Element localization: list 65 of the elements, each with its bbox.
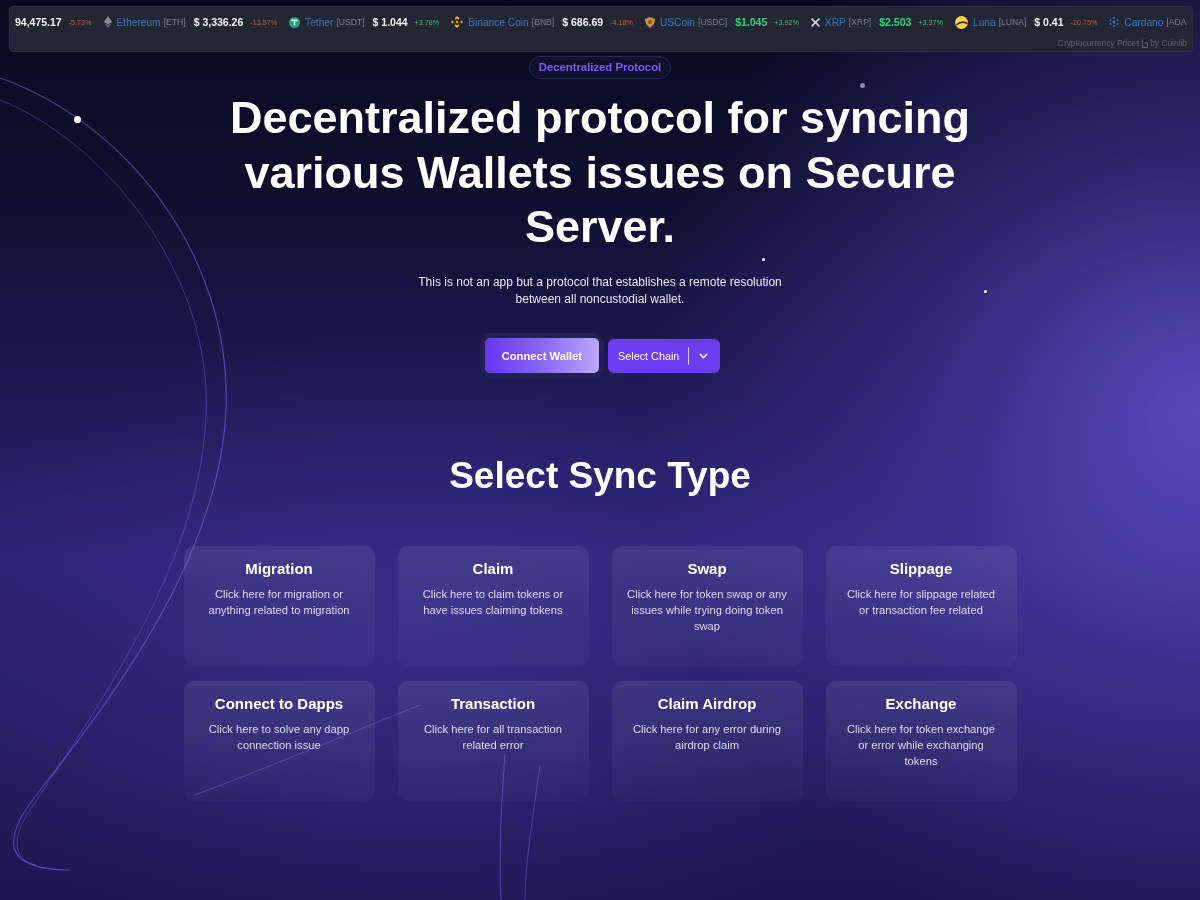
diamond-icon: [103, 16, 112, 28]
t-coin-icon: [289, 16, 301, 28]
coin-price: $ 686.69: [562, 16, 604, 28]
hero-subtitle: This is not an app but a protocol that establishes a remote resolution between all noncustodial wallet.: [417, 274, 783, 307]
card-description: Click here for token swap or any issues while trying doing token swap: [626, 587, 788, 634]
attribution-text: Cryptocurrency Prices: [1057, 38, 1141, 48]
coin-price: $ 0.41: [1034, 16, 1064, 28]
card-title: Claim: [472, 559, 514, 579]
protocol-badge: Decentralized Protocol: [528, 56, 672, 79]
coin-symbol: [ETH]: [163, 17, 186, 27]
card-description: Click here for token exchange or error while exchanging tokens: [846, 722, 996, 769]
logo-mark-icon: [1142, 38, 1149, 48]
card-title: Claim Airdrop: [657, 694, 757, 714]
card-description: Click here for any error during airdrop claim: [632, 722, 782, 753]
coin-price: $1.045: [735, 16, 768, 28]
sync-type-card[interactable]: Connect to Dapps Click here to solve any dapp connection issue: [183, 681, 375, 801]
sync-type-card[interactable]: Transaction Click here for all transaction related error: [397, 681, 589, 801]
crescent-ball-icon: [954, 15, 968, 29]
card-description: Click here for all transaction related error: [422, 722, 563, 753]
coin-price: $2.503: [879, 16, 912, 28]
coin-symbol: [ADA: [1166, 17, 1187, 27]
chevron-down-icon: [699, 352, 709, 359]
card-title: Connect to Dapps: [214, 694, 344, 714]
coin-price: $ 3,336.26: [193, 16, 244, 28]
coin-symbol: [BNB]: [531, 17, 555, 27]
sync-type-card[interactable]: Claim Airdrop Click here for any error during airdrop claim: [611, 681, 803, 801]
sync-type-card[interactable]: Migration Click here for migration or anything related to migration: [183, 546, 375, 666]
card-description: Click here to solve any dapp connection issue: [207, 722, 351, 753]
card-title: Exchange: [885, 694, 957, 714]
coin-name[interactable]: Binance Coin: [468, 16, 529, 28]
star-dot-icon: [860, 83, 865, 88]
cross-icon: [810, 17, 820, 27]
coin-name[interactable]: XRP: [824, 16, 846, 28]
coin-name[interactable]: Tether: [305, 16, 334, 28]
dot-ring-icon: [1109, 17, 1120, 27]
select-chain-button[interactable]: Select Chain: [608, 338, 721, 373]
diamond-pattern-icon: [451, 16, 464, 28]
star-dot-icon: [74, 116, 81, 123]
card-title: Migration: [245, 559, 313, 579]
card-description: Click here to claim tokens or have issues claiming tokens: [421, 587, 565, 618]
shield-icon: [644, 16, 655, 28]
coin-price: $ 1.044: [372, 16, 408, 28]
coin-name[interactable]: Luna: [972, 16, 996, 28]
coin-symbol: [LUNA]: [998, 17, 1027, 27]
sync-type-card[interactable]: Claim Click here to claim tokens or have issues claiming tokens: [397, 546, 589, 666]
hero-heading: Decentralized protocol for syncing various Wallets issues on Secure Server.: [228, 91, 972, 254]
sync-type-card[interactable]: Slippage Click here for slippage related or transaction fee related: [825, 546, 1017, 666]
coin-symbol: [USDC]: [698, 17, 728, 27]
sync-type-card[interactable]: Exchange Click here for token exchange or error while exchanging tokens: [825, 681, 1017, 801]
card-title: Transaction: [450, 694, 536, 714]
coin-name[interactable]: Ethereum: [116, 16, 161, 28]
coin-name[interactable]: USCoin: [659, 16, 695, 28]
coin-name[interactable]: Cardano: [1124, 16, 1164, 28]
coin-price: 94,475.17: [15, 16, 62, 28]
card-description: Click here for migration or anything related to migration: [207, 587, 351, 618]
star-dot-icon: [762, 258, 765, 261]
section-heading: Select Sync Type: [449, 454, 751, 498]
connect-wallet-button[interactable]: Connect Wallet: [479, 333, 605, 378]
card-description: Click here for slippage related or transaction fee related: [846, 587, 996, 618]
star-dot-icon: [984, 290, 987, 293]
coin-symbol: [USDT]: [336, 17, 365, 27]
card-title: Slippage: [889, 559, 953, 579]
coin-symbol: [XRP]: [848, 17, 872, 27]
card-title: Swap: [687, 559, 727, 579]
sync-type-card[interactable]: Swap Click here for token swap or any issues while trying doing token swap: [611, 546, 803, 666]
